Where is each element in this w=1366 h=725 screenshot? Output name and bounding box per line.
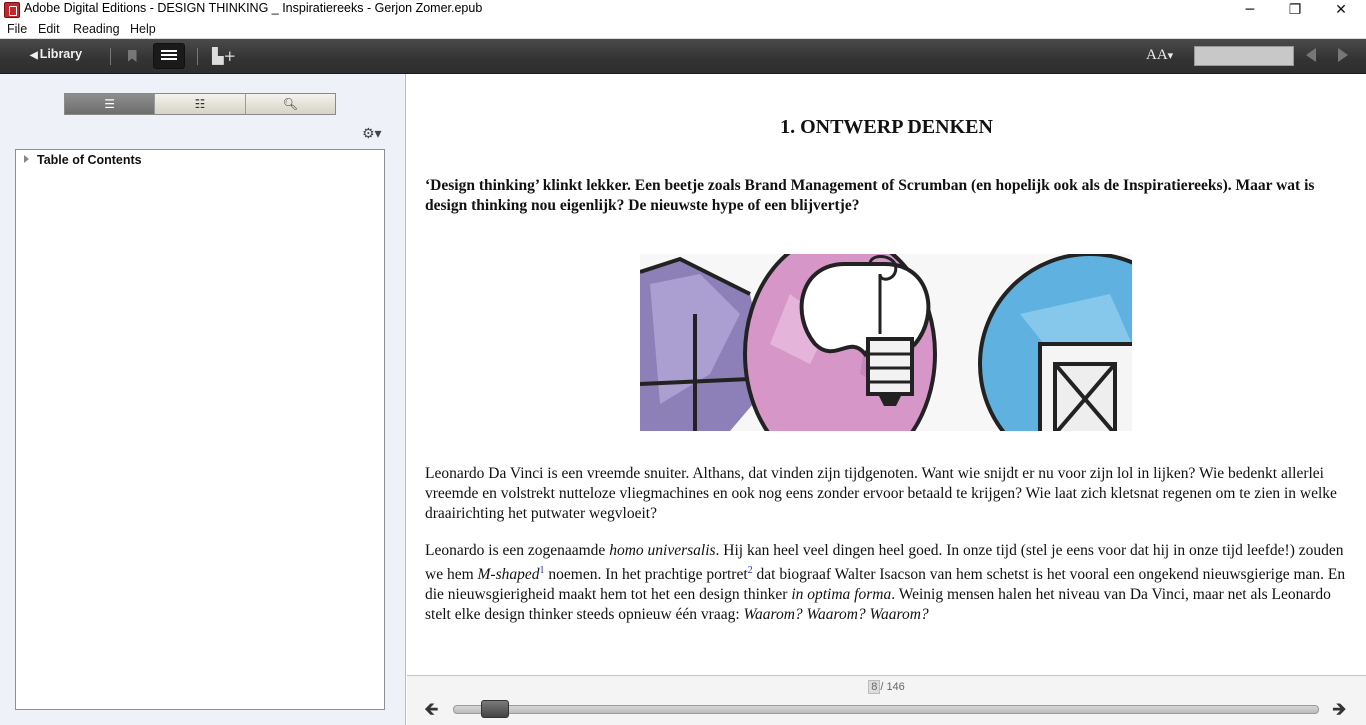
- minimize-button[interactable]: ─: [1227, 0, 1273, 20]
- reading-pane: 1. ONTWERP DENKEN ‘Design thinking’ klin…: [407, 74, 1366, 675]
- close-button[interactable]: ✕: [1318, 0, 1364, 20]
- bookmarks-icon: ☷: [194, 97, 206, 111]
- previous-result-arrow-icon[interactable]: [1306, 48, 1316, 62]
- toolbar-divider: [110, 48, 111, 65]
- library-label: Library: [39, 47, 83, 61]
- paragraph-2: Leonardo is een zogenaamde homo universa…: [425, 541, 1355, 625]
- previous-page-arrow-icon[interactable]: 🡸: [424, 701, 440, 719]
- toc-panel: Table of Contents: [15, 149, 385, 710]
- page-indicator: 8/ 146: [407, 680, 1366, 694]
- bookmarks-tab[interactable]: ☷: [155, 94, 246, 114]
- page-navigation-bar: 8/ 146 🡸 🡺: [407, 675, 1366, 725]
- menu-reading[interactable]: Reading: [73, 22, 120, 36]
- italic-span: in optima forma: [791, 586, 892, 604]
- library-button[interactable]: ◀ Library: [30, 47, 82, 61]
- paragraph-1: Leonardo Da Vinci is een vreemde snuiter…: [425, 465, 1337, 522]
- italic-span: Waarom? Waarom? Waarom?: [743, 606, 929, 624]
- search-tab[interactable]: 🔍︎: [245, 94, 335, 114]
- menu-edit[interactable]: Edit: [38, 22, 60, 36]
- title-bar: Adobe Digital Editions - DESIGN THINKING…: [0, 0, 1366, 20]
- dropdown-caret-icon: ▾: [1167, 50, 1174, 62]
- chart-plus-icon: ▙+: [211, 47, 237, 65]
- text-span: noemen. In het prachtige portret: [544, 566, 748, 584]
- text-span: Leonardo is een zogenaamde: [425, 542, 610, 559]
- search-input[interactable]: [1194, 46, 1294, 66]
- toolbar-divider: [197, 48, 198, 65]
- maximize-button[interactable]: ❐: [1272, 0, 1318, 20]
- window-title: Adobe Digital Editions - DESIGN THINKING…: [24, 1, 483, 15]
- current-page[interactable]: 8: [868, 680, 881, 694]
- toc-item-label: Table of Contents: [37, 153, 142, 167]
- slider-thumb[interactable]: [481, 700, 510, 718]
- total-pages: / 146: [880, 681, 905, 693]
- font-size-label: AA: [1146, 47, 1168, 63]
- bookmark-button[interactable]: [116, 43, 148, 69]
- next-result-arrow-icon[interactable]: [1338, 48, 1348, 62]
- toc-item-root[interactable]: Table of Contents: [24, 153, 142, 167]
- expand-triangle-icon[interactable]: [24, 155, 29, 163]
- font-size-button[interactable]: AA▾: [1146, 47, 1173, 64]
- page-slider[interactable]: [453, 700, 1319, 718]
- next-page-arrow-icon[interactable]: 🡺: [1332, 701, 1348, 719]
- toc-icon: ☰: [104, 97, 116, 111]
- toc-view-button[interactable]: [153, 43, 185, 69]
- back-triangle-icon: ◀: [30, 50, 38, 61]
- italic-span: homo universalis: [609, 542, 716, 559]
- menu-help[interactable]: Help: [130, 22, 156, 36]
- lightbulb-illustration: [640, 254, 1132, 431]
- toc-tab[interactable]: ☰: [65, 94, 156, 114]
- chapter-title: 1. ONTWERP DENKEN: [780, 116, 993, 138]
- menu-bar: File Edit Reading Help: [0, 20, 1366, 39]
- sidebar: ☰ ☷ 🔍︎ ⚙▾ Table of Contents: [0, 74, 406, 725]
- adobe-digital-editions-icon: [4, 2, 20, 18]
- intro-paragraph: ‘Design thinking’ klinkt lekker. Een bee…: [425, 177, 1315, 214]
- search-icon: 🔍︎: [282, 97, 298, 111]
- sidebar-view-switcher: ☰ ☷ 🔍︎: [64, 93, 336, 115]
- menu-file[interactable]: File: [7, 22, 27, 36]
- gear-icon[interactable]: ⚙▾: [362, 126, 382, 142]
- toolbar: ◀ Library ▙+ AA▾: [0, 39, 1366, 74]
- italic-span: M-shaped: [477, 566, 540, 584]
- bookmark-icon: [127, 50, 137, 62]
- list-icon: [161, 50, 177, 62]
- add-to-reading-list-button[interactable]: ▙+: [208, 43, 240, 69]
